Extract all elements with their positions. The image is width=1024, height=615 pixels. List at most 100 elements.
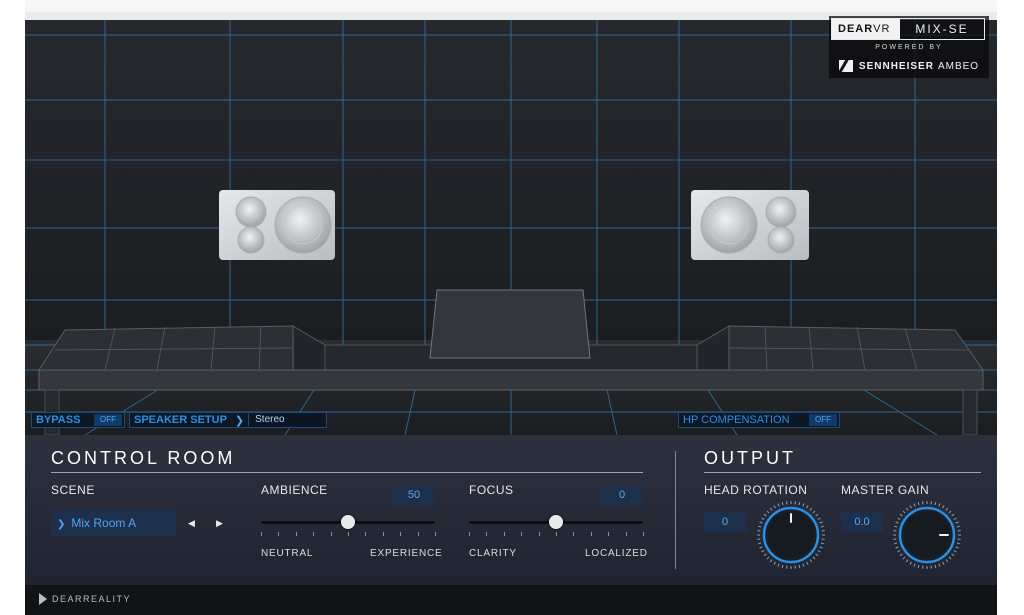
- logo-vr-text: VR: [873, 23, 891, 35]
- logo-powered-by: POWERED BY: [875, 44, 943, 51]
- dial-tick: [812, 556, 816, 560]
- logo-dear-text: DEAR: [838, 23, 874, 35]
- dearvr-logo: DEARVR MIX-SE POWERED BY SENNHEISER AMBE…: [829, 16, 989, 78]
- center-screen: [429, 289, 591, 359]
- focus-min-label: CLARITY: [469, 548, 517, 559]
- dial-tick: [820, 542, 824, 545]
- dial-tick: [758, 525, 762, 528]
- master-gain-value-field[interactable]: 0.0: [841, 512, 883, 532]
- scene-prev-button[interactable]: ◀: [188, 518, 195, 529]
- hp-compensation-value[interactable]: OFF: [809, 414, 837, 426]
- scene-label: SCENE: [51, 483, 95, 497]
- scene-selector[interactable]: ❯ Mix Room A: [51, 510, 176, 536]
- dial-tick: [798, 502, 801, 506]
- dial-tick: [899, 553, 903, 557]
- logo-ambeo-text: AMBEO: [937, 60, 980, 72]
- dial-tick: [897, 550, 901, 553]
- scene-next-button[interactable]: ▶: [216, 518, 223, 529]
- hp-compensation-toggle[interactable]: HP COMPENSATION OFF: [678, 412, 840, 428]
- dial-tick: [817, 550, 821, 553]
- dial-tick: [781, 564, 784, 568]
- dial-tick: [819, 546, 823, 549]
- focus-value-field[interactable]: 0: [601, 485, 643, 505]
- speaker-setup-selector[interactable]: SPEAKER SETUP ❯ Stereo: [129, 412, 327, 428]
- dial-tick: [894, 542, 898, 545]
- slider-tick: [296, 532, 297, 536]
- dial-tick: [766, 510, 770, 514]
- dial-tick: [934, 502, 937, 506]
- dial-tick: [759, 521, 763, 524]
- speaker-setup-label: SPEAKER SETUP: [134, 414, 227, 426]
- dial-tick: [895, 546, 899, 549]
- dial-tick: [938, 503, 941, 507]
- dial-tick: [895, 521, 899, 524]
- dial-tick: [802, 503, 805, 507]
- plugin-window: DEARVR MIX-SE POWERED BY SENNHEISER AMBE…: [25, 0, 997, 615]
- footer-bar: DEARREALITY: [25, 585, 997, 615]
- dial-tick: [905, 507, 909, 511]
- dial-tick: [798, 564, 801, 568]
- slider-tick: [521, 532, 522, 536]
- slider-tick: [313, 532, 314, 536]
- slider-tick: [556, 532, 557, 536]
- dial-tick: [951, 553, 955, 557]
- slider-tick: [573, 532, 574, 536]
- dial-tick: [781, 502, 784, 506]
- ambience-min-label: NEUTRAL: [261, 548, 314, 559]
- bypass-value[interactable]: OFF: [94, 414, 122, 426]
- dial-tick: [815, 513, 819, 517]
- dial-tick: [806, 505, 809, 509]
- dial-tick: [948, 556, 952, 560]
- dial-tick: [897, 517, 901, 520]
- master-gain-knob[interactable]: [891, 499, 963, 571]
- left-speaker: [219, 190, 335, 260]
- dial-tick: [951, 513, 955, 517]
- master-gain-label: MASTER GAIN: [841, 483, 930, 497]
- dial-tick: [955, 521, 959, 524]
- output-title: OUTPUT: [704, 448, 796, 468]
- dial-tick: [909, 561, 912, 565]
- dial-tick: [761, 517, 765, 520]
- dial-tick: [759, 546, 763, 549]
- dial-tick: [812, 510, 816, 514]
- slider-tick: [418, 532, 419, 536]
- slider-tick: [365, 532, 366, 536]
- dial-tick: [777, 563, 780, 567]
- scene-value: Mix Room A: [71, 516, 137, 530]
- controls-panel: CONTROL ROOM SCENE ❯ Mix Room A ◀ ▶ AMBIE…: [25, 435, 997, 585]
- dial-tick: [909, 505, 912, 509]
- focus-slider-thumb[interactable]: [549, 515, 563, 529]
- ambience-value-field[interactable]: 50: [393, 485, 435, 505]
- bypass-toggle[interactable]: BYPASS OFF: [31, 412, 125, 428]
- speaker-setup-value[interactable]: Stereo: [248, 414, 324, 426]
- dial-tick: [956, 542, 960, 545]
- dial-tick: [917, 502, 920, 506]
- dearreality-logo: DEARREALITY: [39, 593, 131, 605]
- dial-tick: [769, 507, 773, 511]
- ceiling-edge: [25, 0, 997, 12]
- dial-tick: [763, 553, 767, 557]
- dial-tick: [945, 507, 949, 511]
- dial-tick: [934, 564, 937, 568]
- output-underline: [704, 472, 981, 473]
- control-room-title: CONTROL ROOM: [51, 448, 236, 468]
- dial-tick: [917, 564, 920, 568]
- slider-tick: [591, 532, 592, 536]
- dial-tick: [956, 525, 960, 528]
- slider-tick: [469, 532, 470, 536]
- slider-tick: [643, 532, 644, 536]
- dial-tick: [766, 556, 770, 560]
- control-room-underline: [51, 472, 643, 473]
- dial-tick: [938, 563, 941, 567]
- dial-tick: [913, 563, 916, 567]
- chevron-right-icon: ❯: [57, 519, 66, 530]
- head-rotation-knob[interactable]: [755, 499, 827, 571]
- dial-tick: [761, 550, 765, 553]
- dial-tick: [902, 510, 906, 514]
- head-rotation-value-field[interactable]: 0: [704, 512, 746, 532]
- slider-tick: [626, 532, 627, 536]
- slider-tick: [608, 532, 609, 536]
- slider-tick: [261, 532, 262, 536]
- ambience-slider-thumb[interactable]: [341, 515, 355, 529]
- dial-tick: [802, 563, 805, 567]
